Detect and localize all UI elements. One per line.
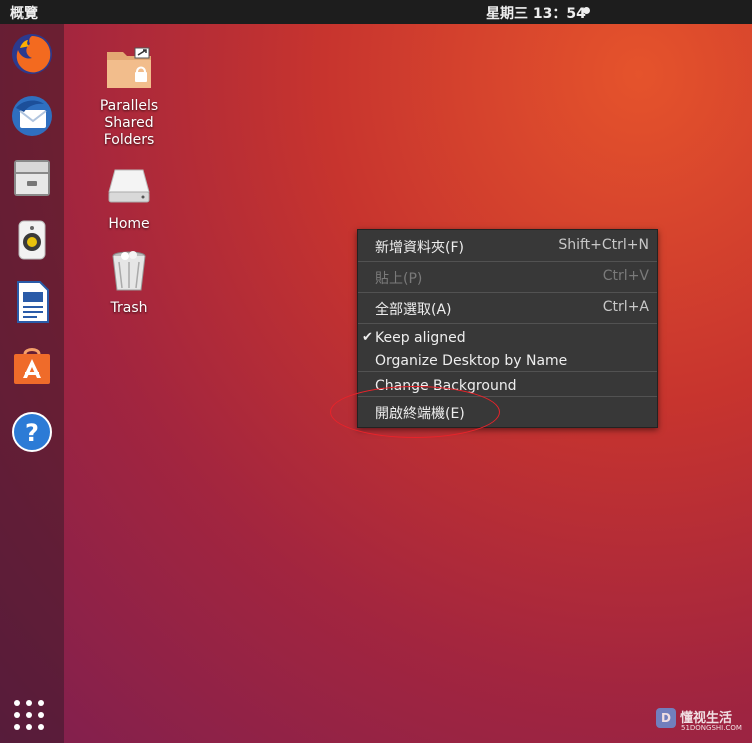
clock[interactable]: 星期三 13：54 bbox=[486, 3, 586, 23]
menu-item-label: 全部選取(A) bbox=[375, 302, 452, 318]
firefox-icon bbox=[12, 34, 52, 74]
notification-dot-icon bbox=[583, 7, 590, 14]
desktop-icon-label: Parallels Shared Folders bbox=[99, 98, 159, 148]
menu-item-accelerator: Shift+Ctrl+N bbox=[558, 237, 649, 253]
folder-shared-icon bbox=[105, 46, 153, 94]
menu-separator bbox=[358, 371, 657, 372]
svg-text:?: ? bbox=[25, 419, 39, 447]
annotation-ellipse bbox=[330, 386, 500, 438]
rhythmbox-icon bbox=[18, 220, 46, 260]
rhythmbox-launcher[interactable] bbox=[8, 216, 56, 264]
watermark-subtext: 51DONGSHI.COM bbox=[681, 724, 742, 732]
menu-item-label: Organize Desktop by Name bbox=[375, 353, 568, 369]
files-icon bbox=[14, 160, 50, 196]
checkmark-icon: ✔ bbox=[362, 330, 373, 345]
menu-item-paste: 貼上(P) Ctrl+V bbox=[358, 263, 657, 291]
thunderbird-icon bbox=[12, 96, 52, 136]
menu-item-accelerator: Ctrl+A bbox=[602, 299, 649, 315]
menu-item-label: 貼上(P) bbox=[375, 271, 423, 287]
activities-button[interactable]: 概覽 bbox=[10, 3, 38, 23]
desktop-icon-parallels-shared-folders[interactable]: Parallels Shared Folders bbox=[84, 46, 174, 149]
desktop-icon-label: Trash bbox=[110, 300, 148, 316]
files-launcher[interactable] bbox=[8, 154, 56, 202]
watermark-logo-icon: D bbox=[656, 708, 676, 728]
drive-icon bbox=[105, 164, 153, 212]
thunderbird-launcher[interactable] bbox=[8, 92, 56, 140]
help-launcher[interactable]: ? bbox=[8, 408, 56, 456]
dock: ? bbox=[0, 24, 64, 743]
watermark: D 懂视生活 51DONGSHI.COM bbox=[656, 707, 742, 732]
menu-item-accelerator: Ctrl+V bbox=[602, 268, 649, 284]
trash-icon bbox=[105, 248, 153, 296]
menu-item-new-folder[interactable]: 新增資料夾(F) Shift+Ctrl+N bbox=[358, 232, 657, 260]
menu-separator bbox=[358, 323, 657, 324]
menu-item-label: Keep aligned bbox=[375, 330, 466, 346]
show-applications-button[interactable] bbox=[14, 700, 50, 736]
desktop-icon-home[interactable]: Home bbox=[84, 164, 174, 233]
menu-separator bbox=[358, 292, 657, 293]
menu-item-select-all[interactable]: 全部選取(A) Ctrl+A bbox=[358, 294, 657, 322]
software-center-icon bbox=[14, 348, 50, 384]
desktop-icon-label: Home bbox=[108, 216, 150, 232]
firefox-launcher[interactable] bbox=[8, 30, 56, 78]
menu-item-label: 新增資料夾(F) bbox=[375, 240, 464, 256]
writer-launcher[interactable] bbox=[8, 278, 56, 326]
software-center-launcher[interactable] bbox=[8, 340, 56, 388]
menu-separator bbox=[358, 261, 657, 262]
desktop-icon-trash[interactable]: Trash bbox=[84, 248, 174, 317]
top-bar: 概覽 星期三 13：54 bbox=[0, 0, 752, 24]
help-icon: ? bbox=[12, 412, 52, 452]
libreoffice-writer-icon bbox=[17, 281, 49, 323]
